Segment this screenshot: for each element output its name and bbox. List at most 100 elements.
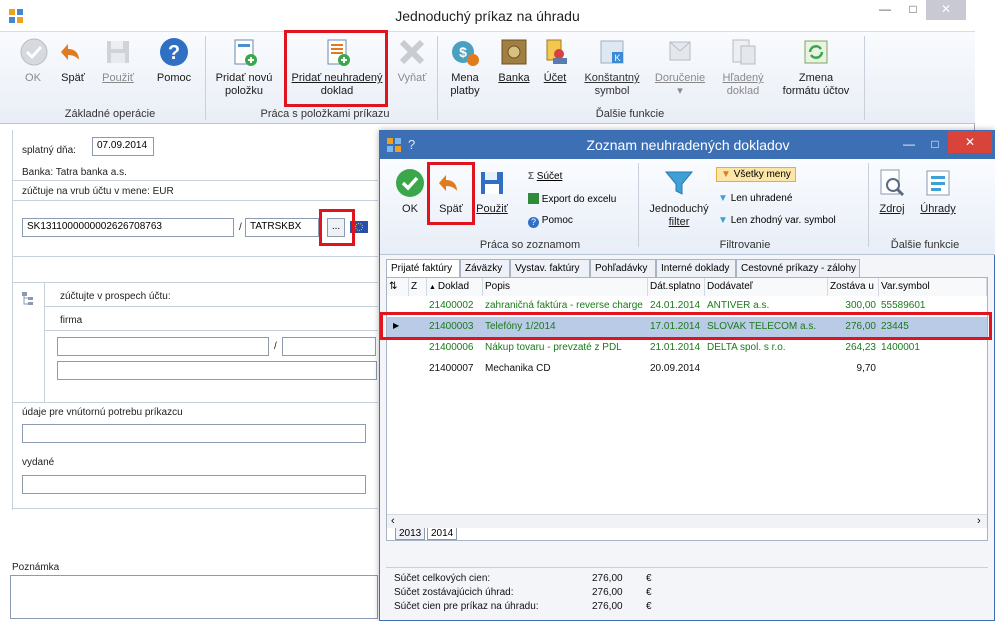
eu-flag-icon xyxy=(350,221,368,233)
currency-button[interactable]: $ Mena platby xyxy=(446,36,484,98)
column-header-supplier[interactable]: Dodávateľ xyxy=(705,278,828,296)
divider xyxy=(12,282,378,283)
issued-field[interactable] xyxy=(22,475,366,494)
payments-button[interactable]: Úhrady xyxy=(916,167,960,216)
table-cell-doklad: 21400007 xyxy=(429,363,474,374)
main-title-bar: Jednoduchý príkaz na úhradu — □ ✕ xyxy=(0,0,975,32)
table-cell-popis: zahraničná faktúra - reverse charge xyxy=(485,300,643,311)
divider xyxy=(44,330,378,331)
documents-table: ⇅ Z ▲ Doklad Popis Dát.splatno Dodávateľ… xyxy=(386,277,988,541)
add-unpaid-document-button[interactable]: Pridať neuhradený doklad xyxy=(285,36,389,98)
bic-field[interactable]: TATRSKBX xyxy=(245,218,319,237)
minimize-button[interactable]: — xyxy=(870,0,900,20)
summary-total-value: 276,00 xyxy=(592,573,623,584)
table-cell-dodavatel: DELTA spol. s r.o. xyxy=(707,342,786,353)
back-button[interactable]: Späť xyxy=(56,36,90,85)
scroll-right-icon[interactable]: › xyxy=(977,515,981,527)
company-label: firma xyxy=(60,315,83,326)
matching-varsymbol-toggle[interactable]: ▼ Len zhodný var. symbol xyxy=(718,215,836,226)
summary-total-currency: € xyxy=(646,573,652,584)
constant-symbol-button[interactable]: K Konštantný symbol xyxy=(580,36,644,98)
simple-filter-button[interactable]: Jednoduchý filter xyxy=(642,167,716,229)
currency-icon: $ xyxy=(449,36,481,68)
browse-account-button[interactable]: ... xyxy=(327,218,345,237)
constant-symbol-icon: K xyxy=(596,36,628,68)
help-button[interactable]: ? Pomoc xyxy=(152,36,196,85)
dialog-help-button[interactable]: ? Pomoc xyxy=(528,215,573,228)
sort-icon-column[interactable]: ⇅ xyxy=(387,278,409,296)
credit-note-field[interactable] xyxy=(57,361,377,380)
internal-data-field[interactable] xyxy=(22,424,366,443)
column-header-varsymbol[interactable]: Var.symbol xyxy=(879,278,987,296)
dialog-back-button[interactable]: Späť xyxy=(432,167,470,216)
table-cell-popis: Mechanika CD xyxy=(485,363,551,374)
tab-internal-documents[interactable]: Interné doklady xyxy=(656,259,736,277)
table-row[interactable]: ▶ 21400003 Telefóny 1/2014 17.01.2014 SLOVAK… xyxy=(387,317,987,337)
divider xyxy=(386,567,988,568)
column-header-due-date[interactable]: Dát.splatno xyxy=(648,278,705,296)
column-header-doklad[interactable]: ▲ Doklad xyxy=(427,278,483,296)
tab-receivables[interactable]: Pohľadávky xyxy=(590,259,656,277)
note-field[interactable] xyxy=(10,575,378,619)
source-button[interactable]: Zdroj xyxy=(874,167,910,216)
svg-text:$: $ xyxy=(459,44,467,60)
year-tab-2013[interactable]: 2013 xyxy=(395,528,426,540)
scroll-left-icon[interactable]: ‹ xyxy=(391,515,395,527)
main-ribbon: OK Späť Použiť ? Pomoc Základné operácie… xyxy=(0,32,975,124)
column-header-popis[interactable]: Popis xyxy=(483,278,648,296)
add-unpaid-document-icon xyxy=(321,36,353,68)
group-label-more: Ďalšie funkcie xyxy=(595,108,665,120)
tab-received-invoices[interactable]: Prijaté faktúry xyxy=(386,259,460,278)
due-date-field[interactable]: 07.09.2014 xyxy=(92,137,154,156)
remove-x-icon xyxy=(396,36,428,68)
sum-button[interactable]: Σ Súčet xyxy=(528,171,562,182)
maximize-button[interactable]: □ xyxy=(898,0,928,20)
tab-issued-invoices[interactable]: Vystav. faktúry xyxy=(510,259,590,277)
export-excel-button[interactable]: Export do excelu xyxy=(528,193,616,205)
tab-liabilities[interactable]: Záväzky xyxy=(460,259,510,277)
bank-button[interactable]: Banka xyxy=(496,36,532,85)
filter-small-icon: ▼ xyxy=(721,169,731,180)
year-tab-2014[interactable]: 2014 xyxy=(427,528,458,540)
summary-remaining-label: Súčet zostávajúcich úhrad: xyxy=(394,587,514,598)
table-row[interactable]: 21400007 Mechanika CD 20.09.2014 9,70 xyxy=(387,359,987,379)
change-account-format-button[interactable]: Zmena formátu účtov xyxy=(776,36,856,98)
column-header-z[interactable]: Z xyxy=(409,278,427,296)
credit-account-number-field[interactable] xyxy=(57,337,269,356)
ribbon-separator xyxy=(868,163,869,247)
dialog-close-button[interactable]: ✕ xyxy=(948,131,992,153)
only-paid-toggle[interactable]: ▼ Len uhradené xyxy=(718,193,792,204)
table-row[interactable]: 21400006 Nákup tovaru - prevzaté z PDL 21.… xyxy=(387,338,987,358)
note-label: Poznámka xyxy=(12,562,60,573)
all-currencies-toggle[interactable]: ▼ Všetky meny xyxy=(716,167,796,182)
dialog-title-bar: ? Zoznam neuhradených dokladov — □ ✕ xyxy=(380,131,995,159)
dialog-use-button[interactable]: Použiť xyxy=(474,167,510,216)
searched-document-button[interactable]: Hľadený doklad xyxy=(718,36,768,98)
use-button[interactable]: Použiť xyxy=(98,36,138,85)
dialog-maximize-button[interactable]: □ xyxy=(920,135,950,155)
column-header-remaining[interactable]: Zostáva u xyxy=(828,278,879,296)
remove-button[interactable]: Vyňať xyxy=(392,36,432,85)
delivery-button[interactable]: Doručenie ▾ xyxy=(652,36,708,98)
tab-travel-advances[interactable]: Cestovné príkazy - zálohy xyxy=(736,259,860,277)
excel-icon xyxy=(528,193,539,204)
svg-text:?: ? xyxy=(168,42,180,64)
dialog-ok-button[interactable]: OK xyxy=(392,167,428,216)
table-row[interactable]: 21400002 zahraničná faktúra - reverse cha… xyxy=(387,296,987,316)
account-button[interactable]: Účet xyxy=(538,36,572,85)
filter-icon xyxy=(663,167,695,199)
add-new-item-button[interactable]: Pridať novú položku xyxy=(211,36,277,98)
slash-separator: / xyxy=(274,341,277,352)
divider xyxy=(12,130,13,510)
divider xyxy=(44,306,378,307)
table-cell-splatno: 17.01.2014 xyxy=(650,321,701,332)
group-label-filter: Filtrovanie xyxy=(719,239,771,251)
sort-asc-icon: ▲ xyxy=(429,284,438,291)
horizontal-scrollbar[interactable]: ‹ › xyxy=(387,514,987,528)
iban-field[interactable]: SK1311000000002626708763 xyxy=(22,218,234,237)
table-cell-zostava: 300,00 xyxy=(845,300,876,311)
table-cell-splatno: 20.09.2014 xyxy=(650,363,701,374)
close-button[interactable]: ✕ xyxy=(926,0,966,20)
ok-button[interactable]: OK xyxy=(18,36,48,85)
credit-bank-code-field[interactable] xyxy=(282,337,376,356)
